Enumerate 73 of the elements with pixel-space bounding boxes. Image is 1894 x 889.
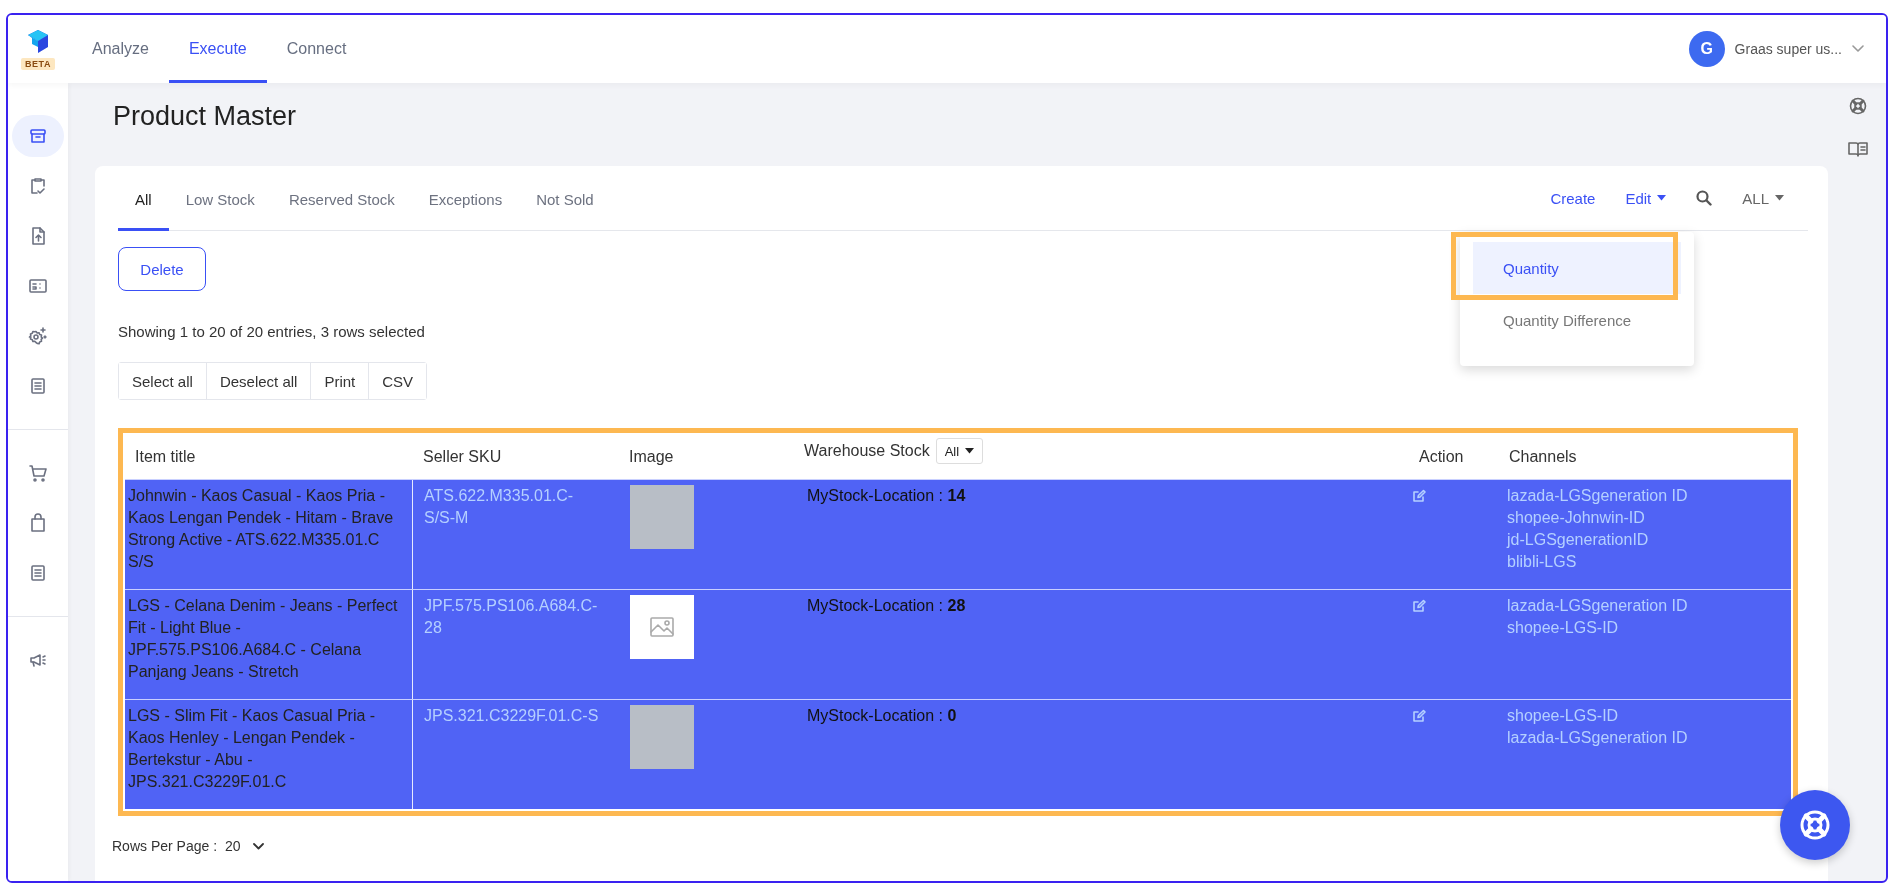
export-button[interactable]: CSV: [368, 363, 427, 399]
table-row[interactable]: [125, 479, 1791, 589]
item-title: LGS - Celana Denim - Jeans - Perfect Fit - Light Blue - JPF.575.PS106.A684.C - Celana Panjang Jeans - Stretch: [128, 597, 398, 680]
photo-placeholder: [630, 485, 694, 549]
channel-link[interactable]: lazada-LGSgeneration ID: [1507, 485, 1688, 507]
seller-sku: ATS.622.M335.01.C-S/S-M: [424, 486, 575, 528]
channel-link[interactable]: shopee-LGS-ID: [1507, 617, 1619, 639]
stock-text: MyStock-Location : 14: [807, 487, 966, 504]
stock-text: MyStock-Location : 0: [807, 707, 957, 724]
column-header: Seller SKU: [422, 447, 503, 467]
channel-link[interactable]: lazada-LGSgeneration ID: [1507, 595, 1688, 617]
caret-icon: [1775, 195, 1784, 201]
channel-link[interactable]: shopee-LGS-ID: [1507, 705, 1619, 727]
tab[interactable]: Low Stock: [168, 166, 272, 231]
filter-dropdown[interactable]: ALL: [1742, 189, 1784, 207]
id-card-icon: [28, 276, 48, 296]
menu-item[interactable]: Quantity: [1473, 242, 1681, 294]
table-row[interactable]: LGS - Slim Fit - Kaos Casual Pria - Kaos Henley - Lengan Pendek - Bertekstur - Abu - JPS.321.C3229F.01.C JPS.321.C3229F.01.C-S MyStock-Location : 0 shopee-LGS-ID lazada-LGSgeneration ID: [125, 699, 1791, 809]
gear-sparkle-icon: [28, 326, 48, 346]
table-row[interactable]: LGS - Celana Denim - Jeans - Perfect Fit - Light Blue - JPF.575.PS106.A684.C - Celana Panjang Jeans - Stretch JPF.575.PS106.A684.C-28 MyStock-Location : 28 lazada-LGSgeneration ID shopee-LGS-ID: [125, 589, 1791, 699]
shopping-bag-icon: [28, 513, 48, 533]
item-title: LGS - Slim Fit - Kaos Casual Pria - Kaos Henley - Lengan Pendek - Bertekstur - Abu - JPS.321.C3229F.01.C: [128, 707, 376, 790]
page-title: Product Master: [113, 101, 298, 133]
lifebuoy-icon[interactable]: [1849, 97, 1867, 115]
sidebar-item[interactable]: [12, 115, 64, 157]
chevron-down-icon: [252, 842, 264, 850]
entries-summary: Showing 1 to 20 of 20 entries, 3 rows selected: [118, 323, 425, 340]
caret-icon: [965, 448, 975, 454]
rows-per-page-label: Rows Per Page :: [112, 838, 218, 854]
channel-link[interactable]: lazada-LGSgeneration ID: [1507, 727, 1688, 749]
seller-sku: JPS.321.C3229F.01.C-S: [424, 706, 600, 726]
cart-icon: [28, 463, 48, 483]
image-icon: [649, 616, 675, 638]
clipboard-check-icon: [28, 176, 48, 196]
nav-tab[interactable]: Connect: [266, 15, 367, 83]
channel-link[interactable]: jd-LGSgenerationID: [1507, 529, 1649, 551]
lifebuoy-icon: [1798, 808, 1832, 842]
channel-link[interactable]: shopee-Johnwin-ID: [1507, 507, 1645, 529]
open-book-icon[interactable]: [1848, 141, 1868, 157]
create-link[interactable]: Create: [1550, 189, 1596, 207]
chevron-down-icon[interactable]: [1852, 45, 1864, 53]
item-title: Johnwin - Kaos Casual - Kaos Pria - Kaos Lengan Pendek - Hitam - Brave Strong Active - ATS.622.M335.01.C S/S: [128, 487, 394, 570]
edit-dropdown[interactable]: Edit: [1625, 189, 1667, 207]
caret-icon: [1657, 195, 1667, 201]
seller-sku: JPF.575.PS106.A684.C-28: [424, 596, 599, 638]
column-header: Action: [1418, 447, 1465, 467]
photo-placeholder: [630, 705, 694, 769]
column-header: Item title: [134, 447, 197, 467]
column-header: Channels: [1508, 447, 1578, 467]
user-avatar[interactable]: G: [1688, 31, 1725, 67]
edit-icon[interactable]: [1412, 709, 1426, 723]
cube-logo-icon: [26, 28, 50, 55]
search-icon[interactable]: [1696, 190, 1713, 206]
nav-tab[interactable]: Execute: [168, 15, 267, 83]
delete-button[interactable]: Delete: [118, 247, 206, 291]
tab[interactable]: All: [118, 166, 169, 231]
nav-tab[interactable]: Analyze: [72, 15, 169, 83]
rows-per-page-select[interactable]: 20: [225, 838, 264, 854]
channel-link[interactable]: blibli-LGS: [1507, 551, 1577, 573]
tab[interactable]: Not Sold: [519, 166, 611, 231]
document-icon: [28, 563, 48, 583]
beta-badge: BETA: [21, 57, 55, 70]
menu-item[interactable]: Quantity Difference: [1473, 294, 1681, 346]
user-name[interactable]: Graas super us...: [1734, 41, 1842, 57]
document-icon: [28, 376, 48, 396]
stock-text: MyStock-Location : 28: [807, 597, 966, 614]
column-header: Warehouse Stock: [804, 441, 930, 461]
tab[interactable]: Exceptions: [411, 166, 520, 231]
edit-icon[interactable]: [1412, 489, 1426, 503]
tab[interactable]: Reserved Stock: [271, 166, 412, 231]
warehouse-filter-select[interactable]: All: [935, 438, 984, 464]
edit-icon[interactable]: [1412, 599, 1426, 613]
archive-box-icon: [28, 126, 48, 146]
